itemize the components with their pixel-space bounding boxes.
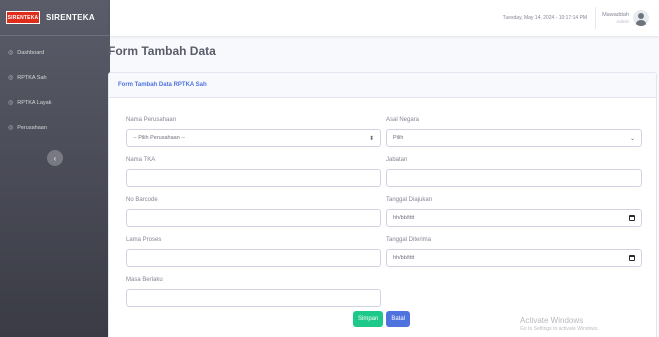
tanggal-diajukan-placeholder: hh/bb/tttt [393, 215, 415, 221]
building-icon: ◎ [8, 125, 14, 131]
nama-tka-label: Nama TKA [126, 157, 156, 163]
page-title: Form Tambah Data [108, 44, 216, 58]
sidebar: SIRENTEKA SIRENTEKA ◎ Dashboard ◎ RPTKA … [0, 0, 110, 337]
tanggal-diajukan-label: Tanggal Diajukan [386, 197, 433, 203]
asal-negara-select[interactable]: Pilih ⌄ [386, 129, 642, 147]
sidebar-item-label: Perusahaan [17, 124, 47, 131]
field-nama-perusahaan: Nama Perusahaan -- Pilih Perusahaan -- ⬍ [126, 117, 381, 147]
field-tanggal-diajukan: Tanggal Diajukan hh/bb/tttt [386, 197, 642, 227]
sidebar-toggle-button[interactable]: ‹ [47, 150, 63, 166]
jabatan-label: Jabatan [386, 157, 408, 163]
field-asal-negara: Asal Negara Pilih ⌄ [386, 117, 642, 147]
avatar[interactable] [633, 10, 649, 26]
tanggal-diajukan-input[interactable]: hh/bb/tttt [386, 209, 642, 227]
sidebar-item-rptka-layak[interactable]: ◎ RPTKA Layak [0, 90, 110, 115]
user-role: Admin [616, 19, 629, 24]
datetime: Tuesday, May 14, 2024 - 10:17:14 PM [502, 15, 588, 21]
asal-negara-label: Asal Negara [386, 117, 420, 123]
lama-proses-input[interactable] [126, 249, 381, 267]
form-card: Form Tambah Data RPTKA Sah Nama Perusaha… [108, 72, 657, 337]
asal-negara-value: Pilih [393, 135, 404, 141]
calendar-icon[interactable] [629, 255, 635, 261]
nama-perusahaan-value: -- Pilih Perusahaan -- [133, 135, 185, 141]
topbar: Tuesday, May 14, 2024 - 10:17:14 PM Mawa… [110, 0, 659, 36]
field-no-barcode: No Barcode [126, 197, 381, 227]
lama-proses-label: Lama Proses [126, 237, 162, 243]
card-header: Form Tambah Data RPTKA Sah [109, 73, 656, 98]
chevron-down-icon: ⌄ [629, 135, 635, 142]
brand-name: SIRENTEKA [46, 13, 95, 22]
field-masa-berlaku: Masa Berlaku [126, 277, 381, 307]
sidebar-item-label: RPTKA Sah [17, 74, 47, 81]
tanggal-diterima-placeholder: hh/bb/tttt [393, 255, 415, 261]
masa-berlaku-label: Masa Berlaku [126, 277, 163, 283]
sidebar-item-perusahaan[interactable]: ◎ Perusahaan [0, 115, 110, 140]
form-actions: Simpan Batal [353, 311, 411, 327]
watermark-subtitle: Go to Settings to activate Windows. [520, 326, 599, 332]
masa-berlaku-input[interactable] [126, 289, 381, 307]
cancel-button[interactable]: Batal [386, 311, 411, 327]
topbar-divider [595, 7, 597, 29]
sidebar-item-rptka-sah[interactable]: ◎ RPTKA Sah [0, 65, 110, 90]
activation-watermark: Activate Windows Go to Settings to activ… [520, 316, 599, 332]
user-name: Mawaddah [602, 12, 629, 18]
chevron-left-icon: ‹ [53, 153, 57, 163]
nama-perusahaan-select[interactable]: -- Pilih Perusahaan -- ⬍ [126, 129, 381, 147]
sidebar-nav: ◎ Dashboard ◎ RPTKA Sah ◎ RPTKA Layak ◎ … [0, 36, 110, 140]
brand[interactable]: SIRENTEKA SIRENTEKA [0, 0, 110, 36]
card-title: Form Tambah Data RPTKA Sah [118, 82, 207, 88]
field-lama-proses: Lama Proses [126, 237, 381, 267]
sidebar-item-label: Dashboard [17, 49, 45, 56]
user-menu[interactable]: Mawaddah Admin [602, 10, 649, 26]
save-button[interactable]: Simpan [353, 311, 384, 327]
document-icon: ◎ [8, 100, 14, 106]
tanggal-diterima-input[interactable]: hh/bb/tttt [386, 249, 642, 267]
watermark-title: Activate Windows [520, 316, 584, 325]
jabatan-input[interactable] [386, 169, 642, 187]
sidebar-item-dashboard[interactable]: ◎ Dashboard [0, 40, 110, 65]
dashboard-icon: ◎ [8, 50, 14, 56]
field-nama-tka: Nama TKA [126, 157, 381, 187]
nama-tka-input[interactable] [126, 169, 381, 187]
select-arrows-icon: ⬍ [368, 135, 374, 142]
field-jabatan: Jabatan [386, 157, 642, 187]
no-barcode-label: No Barcode [126, 197, 158, 203]
no-barcode-input[interactable] [126, 209, 381, 227]
tanggal-diterima-label: Tanggal Diterima [386, 237, 432, 243]
brand-logo-text: SIRENTEKA [7, 14, 39, 21]
calendar-icon[interactable] [629, 215, 635, 221]
brand-logo: SIRENTEKA [6, 11, 40, 24]
document-icon: ◎ [8, 75, 14, 81]
sidebar-item-label: RPTKA Layak [17, 99, 52, 106]
nama-perusahaan-label: Nama Perusahaan [126, 117, 177, 123]
field-tanggal-diterima: Tanggal Diterima hh/bb/tttt [386, 237, 642, 267]
